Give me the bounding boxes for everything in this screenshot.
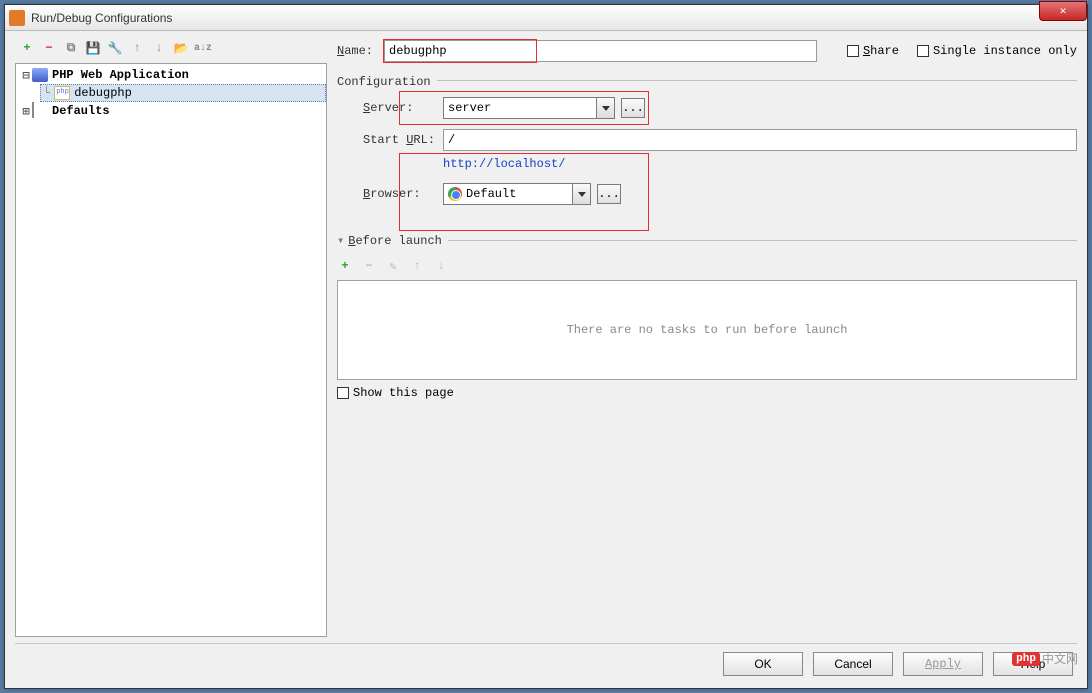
before-launch-header[interactable]: ▾ Before launch: [337, 233, 1077, 248]
wrench-icon: [32, 104, 48, 118]
before-launch-tasks: There are no tasks to run before launch: [337, 280, 1077, 380]
configuration-group-header: Configuration: [337, 69, 1077, 91]
dialog-footer: OK Cancel Apply Help: [15, 643, 1077, 678]
name-label: Name:: [337, 44, 383, 58]
resolved-url-row: http://localhost/: [443, 157, 1077, 171]
server-combo[interactable]: server: [443, 97, 615, 119]
edit-task-button[interactable]: ✎: [385, 258, 401, 274]
before-launch-section: ▾ Before launch + − ✎ ↑ ↓ There are no t…: [337, 233, 1077, 400]
task-down-button[interactable]: ↓: [433, 258, 449, 274]
watermark: php 中文网: [1012, 650, 1078, 667]
tree-label: PHP Web Application: [52, 68, 189, 82]
titlebar: Run/Debug Configurations ✕: [5, 5, 1087, 31]
server-value: server: [448, 101, 491, 115]
right-panel: Name: Share Single instance only Configu…: [337, 37, 1077, 637]
tree-branch-icon: └: [43, 86, 50, 100]
main-area: + − ⧉ 💾 🔧 ↑ ↓ 📂 a↓z ⊟ PHP Web Applicatio…: [15, 37, 1077, 637]
show-this-page-row: Show this page: [337, 386, 1077, 400]
start-url-label: Start URL:: [363, 133, 443, 147]
expand-icon[interactable]: ⊞: [20, 104, 32, 119]
config-tree[interactable]: ⊟ PHP Web Application └ debugphp ⊞: [15, 63, 327, 637]
add-config-button[interactable]: +: [19, 40, 35, 56]
browser-browse-button[interactable]: ...: [597, 184, 621, 204]
resolved-url-link[interactable]: http://localhost/: [443, 157, 565, 171]
dialog-content: + − ⧉ 💾 🔧 ↑ ↓ 📂 a↓z ⊟ PHP Web Applicatio…: [5, 31, 1087, 688]
collapse-icon[interactable]: ⊟: [20, 68, 32, 83]
ok-button[interactable]: OK: [723, 652, 803, 676]
share-checkbox[interactable]: Share: [847, 44, 899, 58]
single-instance-checkbox[interactable]: Single instance only: [917, 44, 1077, 58]
start-url-row: Start URL:: [363, 129, 1077, 151]
start-url-input[interactable]: [443, 129, 1077, 151]
separator: [448, 240, 1077, 241]
close-window-button[interactable]: ✕: [1039, 1, 1087, 21]
server-row: Server: server ...: [363, 97, 1077, 119]
separator: [437, 80, 1077, 81]
add-task-button[interactable]: +: [337, 258, 353, 274]
browser-row: Browser: Default ...: [363, 183, 1077, 205]
run-debug-dialog: Run/Debug Configurations ✕ + − ⧉ 💾 🔧 ↑ ↓…: [4, 4, 1088, 689]
server-browse-button[interactable]: ...: [621, 98, 645, 118]
apply-button[interactable]: Apply: [903, 652, 983, 676]
configuration-form: Server: server ... Start URL: http://l: [337, 97, 1077, 215]
edit-defaults-button[interactable]: 🔧: [107, 40, 123, 56]
name-row: Name: Share Single instance only: [337, 39, 1077, 63]
chevron-down-icon[interactable]: [596, 98, 614, 118]
remove-config-button[interactable]: −: [41, 40, 57, 56]
browser-combo[interactable]: Default: [443, 183, 591, 205]
tree-label: Defaults: [52, 104, 110, 118]
app-icon: [9, 10, 25, 26]
window-buttons: ✕: [1040, 1, 1087, 21]
php-web-app-icon: [32, 68, 48, 82]
config-toolbar: + − ⧉ 💾 🔧 ↑ ↓ 📂 a↓z: [15, 37, 327, 63]
cancel-button[interactable]: Cancel: [813, 652, 893, 676]
task-up-button[interactable]: ↑: [409, 258, 425, 274]
tree-node-defaults[interactable]: ⊞ Defaults: [16, 102, 326, 120]
name-input[interactable]: [384, 40, 536, 62]
tree-node-php-web-app[interactable]: ⊟ PHP Web Application: [16, 66, 326, 84]
before-launch-toolbar: + − ✎ ↑ ↓: [337, 254, 1077, 280]
save-config-button[interactable]: 💾: [85, 40, 101, 56]
php-logo-icon: php: [1012, 652, 1040, 666]
disclosure-triangle-icon[interactable]: ▾: [337, 233, 344, 248]
tree-node-debugphp[interactable]: └ debugphp: [40, 84, 326, 102]
folder-button[interactable]: 📂: [173, 40, 189, 56]
left-panel: + − ⧉ 💾 🔧 ↑ ↓ 📂 a↓z ⊟ PHP Web Applicatio…: [15, 37, 327, 637]
chrome-icon: [448, 187, 462, 201]
window-title: Run/Debug Configurations: [31, 11, 172, 25]
config-group-label: Configuration: [337, 75, 431, 89]
remove-task-button[interactable]: −: [361, 258, 377, 274]
browser-value: Default: [466, 187, 516, 201]
show-this-page-checkbox[interactable]: Show this page: [337, 386, 454, 400]
name-input-ext[interactable]: [537, 40, 817, 62]
before-launch-label: Before launch: [348, 234, 442, 248]
watermark-text: 中文网: [1042, 650, 1078, 667]
copy-config-button[interactable]: ⧉: [63, 40, 79, 56]
sort-button[interactable]: a↓z: [195, 40, 211, 56]
server-label: Server:: [363, 101, 443, 115]
php-file-icon: [54, 86, 70, 100]
tree-label: debugphp: [74, 86, 132, 100]
move-up-button[interactable]: ↑: [129, 40, 145, 56]
chevron-down-icon[interactable]: [572, 184, 590, 204]
move-down-button[interactable]: ↓: [151, 40, 167, 56]
no-tasks-text: There are no tasks to run before launch: [567, 323, 848, 337]
browser-label: Browser:: [363, 187, 443, 201]
